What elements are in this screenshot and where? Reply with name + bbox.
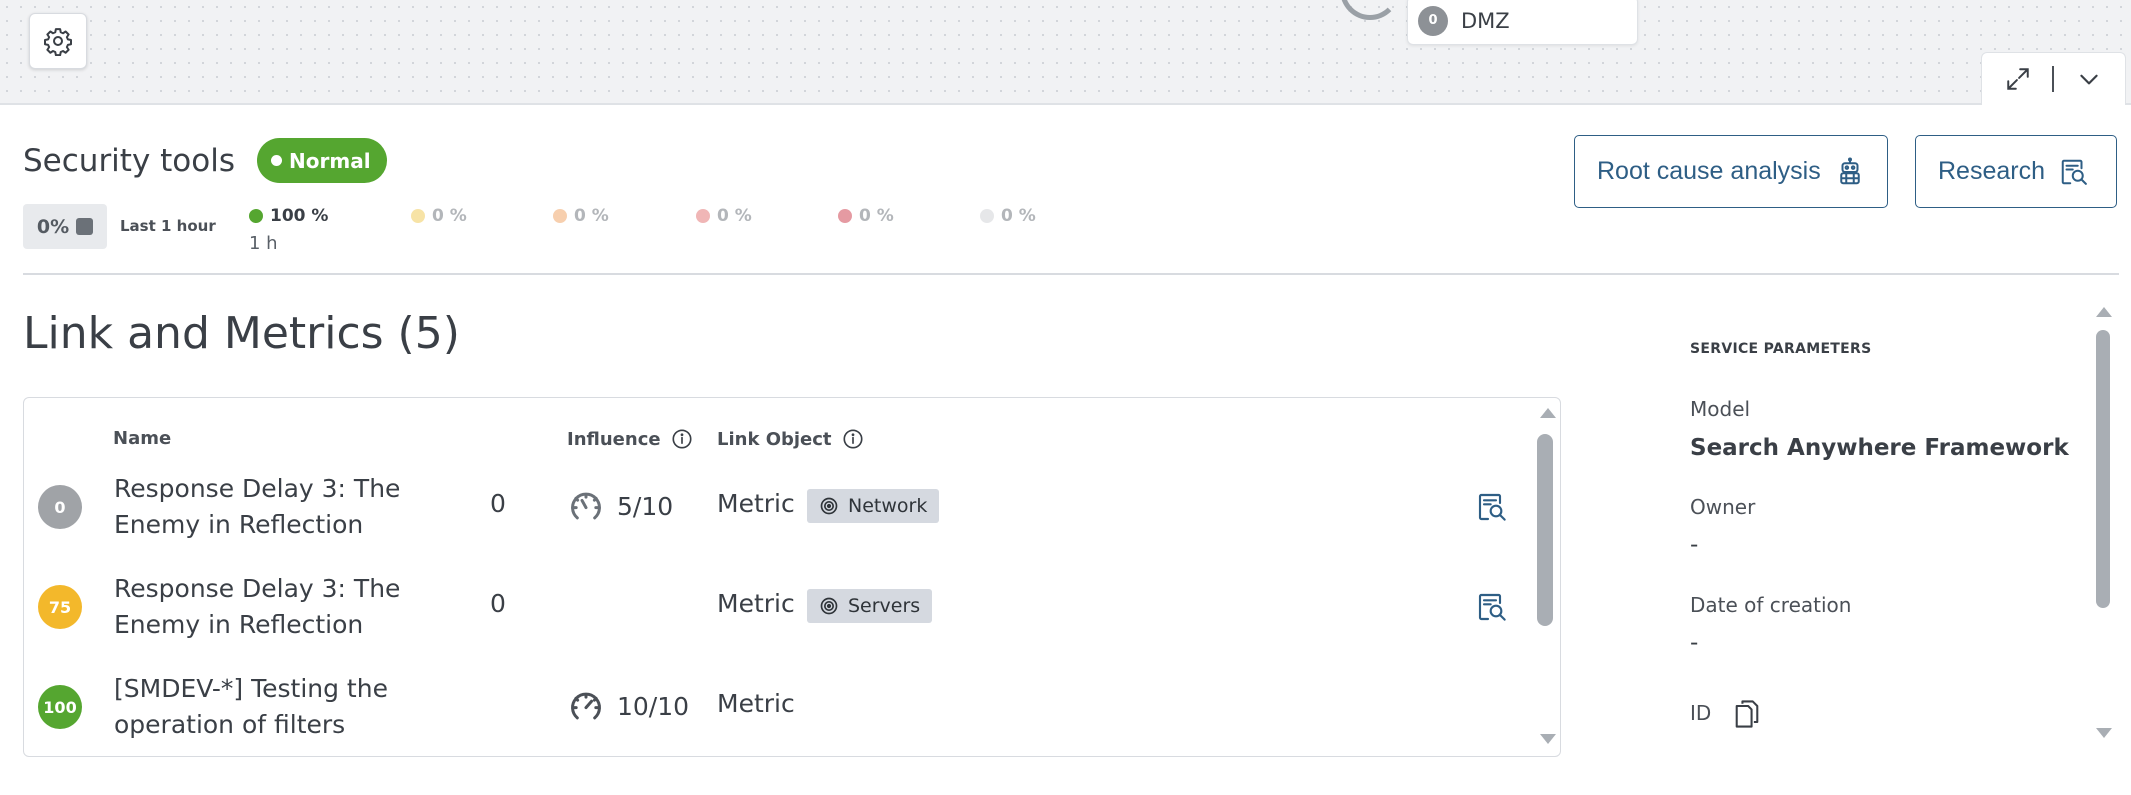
status-dot (553, 209, 567, 223)
status-dot (838, 209, 852, 223)
robot-icon (1839, 157, 1860, 184)
stop-square-icon (76, 218, 94, 235)
target-icon (820, 597, 838, 615)
gauge-icon (571, 492, 601, 520)
period-percent-value: 0% (36, 215, 70, 238)
root-cause-analysis-label: Root cause analysis (1597, 157, 1821, 185)
header-divider (23, 273, 2119, 275)
status-dot (696, 209, 710, 223)
root-cause-analysis-button[interactable]: Root cause analysis (1574, 135, 1888, 208)
row-research-button[interactable] (1476, 491, 1508, 527)
page-title: Security tools (23, 142, 236, 179)
research-icon (1478, 593, 1506, 621)
health-badge: 100 (38, 685, 82, 729)
distribution-item: 0 % (553, 206, 609, 226)
row-influence: 10/10 (567, 687, 689, 725)
service-header: Security tools Normal (23, 138, 387, 183)
row-count: 0 (490, 589, 506, 618)
scroll-up-arrow[interactable] (1539, 406, 1557, 420)
copy-icon[interactable] (1733, 698, 1761, 730)
row-name[interactable]: [SMDEV-*] Testing the operation of filte… (114, 671, 474, 743)
health-badge: 75 (38, 585, 82, 629)
column-header-influence[interactable]: Influence (567, 428, 693, 450)
research-icon (2061, 159, 2087, 185)
status-dot (271, 155, 283, 166)
gear-icon (44, 28, 72, 56)
info-icon[interactable] (671, 428, 693, 450)
row-name[interactable]: Response Delay 3: The Enemy in Reflectio… (114, 471, 474, 543)
model-label: Model (1690, 397, 1751, 421)
period-percent-toggle[interactable]: 0% (23, 204, 107, 249)
status-dot (980, 209, 994, 223)
owner-value: - (1690, 532, 1699, 558)
table-row[interactable]: 0 Response Delay 3: The Enemy in Reflect… (24, 457, 1524, 557)
chevron-down-icon[interactable] (2076, 66, 2102, 92)
table-row[interactable]: 75 Response Delay 3: The Enemy in Reflec… (24, 557, 1524, 657)
research-label: Research (1938, 157, 2045, 185)
research-button[interactable]: Research (1915, 135, 2117, 208)
link-object-tag[interactable]: Network (807, 489, 940, 523)
date-of-creation-label: Date of creation (1690, 593, 1852, 617)
dmz-node[interactable]: 0 DMZ (1407, 0, 1638, 45)
target-icon (820, 497, 838, 515)
topology-node-edge (1340, 0, 1400, 20)
distribution-item: 0 % (696, 206, 752, 226)
dmz-node-label: DMZ (1461, 8, 1510, 33)
row-name[interactable]: Response Delay 3: The Enemy in Reflectio… (114, 571, 474, 643)
info-icon[interactable] (842, 428, 864, 450)
panel-view-controls (1981, 52, 2126, 105)
column-header-name[interactable]: Name (113, 428, 171, 449)
row-influence: 5/10 (567, 487, 673, 525)
gauge-icon (571, 692, 601, 720)
topology-canvas[interactable]: 0 DMZ (0, 0, 2131, 105)
row-link-type: Metric (717, 489, 795, 518)
expand-icon[interactable] (2005, 66, 2031, 92)
table-row[interactable]: 100 [SMDEV-*] Testing the operation of f… (24, 657, 1524, 756)
row-link-type: Metric (717, 589, 795, 618)
service-parameters-heading: SERVICE PARAMETERS (1690, 341, 1872, 357)
scroll-up-arrow[interactable] (2095, 305, 2113, 319)
settings-button[interactable] (29, 13, 87, 69)
distribution-item: 0 % (838, 206, 894, 226)
links-table: Name Influence Link Object 0 Response De… (23, 397, 1561, 757)
status-badge: Normal (257, 138, 387, 183)
distribution-item: 0 % (411, 206, 467, 226)
health-badge: 0 (38, 485, 82, 529)
column-header-link-object[interactable]: Link Object (717, 428, 864, 450)
id-label: ID (1690, 701, 1712, 725)
row-link-type: Metric (717, 689, 795, 718)
section-title: Link and Metrics (5) (23, 308, 460, 359)
row-count: 0 (490, 489, 506, 518)
period-label: Last 1 hour (120, 217, 216, 235)
scroll-down-arrow[interactable] (1539, 732, 1557, 746)
controls-separator (2052, 66, 2055, 92)
link-object-tag[interactable]: Servers (807, 589, 933, 623)
distribution-item: 0 % (980, 206, 1036, 226)
status-label: Normal (289, 148, 371, 173)
date-of-creation-value: - (1690, 630, 1699, 656)
side-panel-scrollbar-thumb[interactable] (2096, 330, 2110, 608)
distribution-item: 100 % (249, 206, 328, 226)
row-research-button[interactable] (1476, 591, 1508, 627)
table-scrollbar-thumb[interactable] (1537, 434, 1553, 626)
distribution-duration: 1 h (249, 233, 278, 254)
owner-label: Owner (1690, 495, 1756, 519)
status-dot (249, 209, 263, 223)
model-value: Search Anywhere Framework (1690, 435, 2069, 461)
scroll-down-arrow[interactable] (2095, 726, 2113, 740)
dmz-node-badge: 0 (1418, 5, 1448, 36)
research-icon (1478, 493, 1506, 521)
status-dot (411, 209, 425, 223)
